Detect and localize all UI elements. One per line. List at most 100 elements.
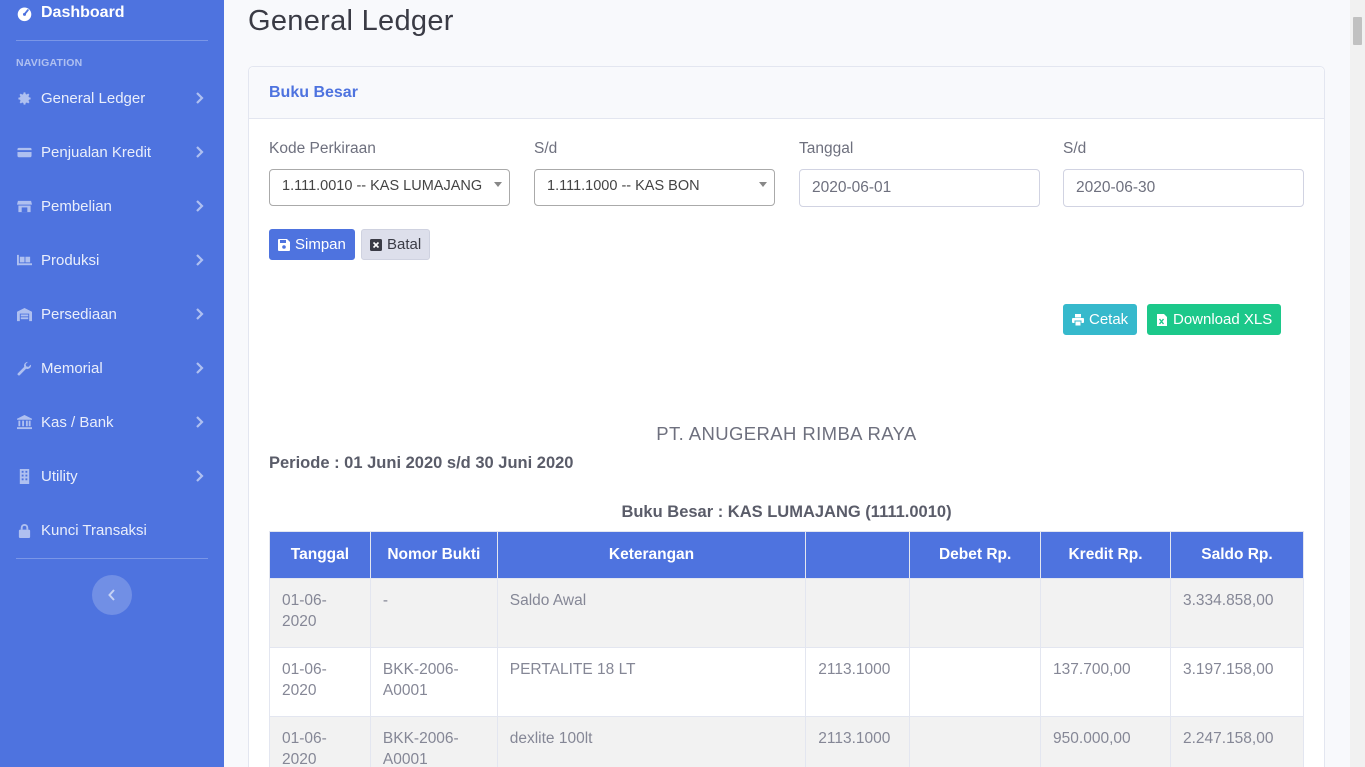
table-row: 01-06-2020 - Saldo Awal 3.334.858,00 (269, 578, 1305, 648)
chevron-left-icon (108, 589, 115, 601)
cell-akun: 2113.1000 (805, 716, 911, 767)
chevron-right-icon (196, 308, 204, 320)
cell-bukti: BKK-2006-A0001 (369, 716, 498, 767)
cell-tanggal: 01-06-2020 (269, 647, 371, 717)
caret-down-icon (759, 182, 767, 187)
sidebar-item-persediaan[interactable]: Persediaan (0, 294, 224, 334)
cell-akun: 2113.1000 (805, 647, 911, 717)
tanggal-label: Tanggal (799, 140, 854, 157)
kode-from-select[interactable]: 1.111.0010 -- KAS LUMAJANG (269, 169, 510, 206)
column-header: Tanggal (269, 531, 371, 579)
nav-heading: NAVIGATION (16, 57, 83, 69)
cell-tanggal: 01-06-2020 (269, 716, 371, 767)
tanggal-to-label: S/d (1063, 140, 1087, 157)
credit-card-icon (16, 144, 33, 161)
save-icon (278, 238, 290, 251)
cell-debet (909, 716, 1042, 767)
file-excel-icon (1157, 313, 1167, 326)
cell-tanggal: 01-06-2020 (269, 578, 371, 648)
chevron-right-icon (196, 362, 204, 374)
chevron-right-icon (196, 416, 204, 428)
sidebar-item-general-ledger[interactable]: General Ledger (0, 78, 224, 118)
sidebar-item-utility[interactable]: Utility (0, 456, 224, 496)
sidebar-item-memorial[interactable]: Memorial (0, 348, 224, 388)
cell-keterangan: PERTALITE 18 LT (496, 647, 807, 717)
simpan-button[interactable]: Simpan (269, 229, 355, 260)
wrench-icon (16, 360, 33, 377)
cell-saldo: 3.334.858,00 (1169, 578, 1305, 648)
tanggal-to-input[interactable] (1063, 169, 1304, 207)
select-value: 1.111.0010 -- KAS LUMAJANG (282, 178, 483, 194)
sidebar-item-label: Memorial (41, 359, 103, 377)
tachometer-icon (17, 7, 32, 21)
sidebar: Dashboard NAVIGATION General Ledger Penj… (0, 0, 224, 767)
chevron-right-icon (196, 92, 204, 104)
cell-bukti: BKK-2006-A0001 (369, 647, 498, 717)
batal-label: Batal (387, 236, 422, 253)
download-xls-label: Download XLS (1173, 311, 1273, 328)
kode-to-select[interactable]: 1.111.1000 -- KAS BON (534, 169, 775, 206)
column-header: Debet Rp. (909, 531, 1042, 579)
warehouse-icon (16, 306, 33, 323)
cell-keterangan: dexlite 100lt (496, 716, 807, 767)
store-icon (16, 198, 33, 215)
sidebar-item-label: General Ledger (41, 89, 146, 107)
table-row: 01-06-2020 BKK-2006-A0001 PERTALITE 18 L… (269, 647, 1305, 717)
column-header: Kredit Rp. (1040, 531, 1171, 579)
sidebar-item-label: Persediaan (41, 305, 117, 323)
chevron-right-icon (196, 254, 204, 266)
cell-debet (909, 578, 1042, 648)
sidebar-item-label: Penjualan Kredit (41, 143, 152, 161)
sidebar-divider (16, 558, 208, 559)
company-name: PT. ANUGERAH RIMBA RAYA (656, 423, 917, 444)
cell-kredit: 950.000,00 (1040, 716, 1171, 767)
cell-bukti: - (369, 578, 498, 648)
table-header-row: Tanggal Nomor Bukti Keterangan Debet Rp.… (269, 531, 1305, 579)
tanggal-from-input[interactable] (799, 169, 1040, 207)
scrollbar-thumb[interactable] (1353, 17, 1362, 45)
caret-down-icon (494, 182, 502, 187)
brand-link[interactable]: Dashboard (16, 2, 125, 24)
sidebar-item-label: Kas / Bank (41, 413, 114, 431)
kode-to-label: S/d (534, 140, 558, 157)
cetak-button[interactable]: Cetak (1063, 304, 1138, 335)
gear-icon (16, 90, 33, 107)
close-square-icon (370, 238, 382, 251)
sidebar-item-produksi[interactable]: Produksi (0, 240, 224, 280)
sidebar-item-label: Utility (41, 467, 78, 485)
cell-saldo: 2.247.158,00 (1169, 716, 1305, 767)
sidebar-item-label: Kunci Transaksi (41, 521, 147, 539)
card-title: Buku Besar (269, 83, 358, 101)
page-title: General Ledger (248, 5, 454, 37)
sidebar-item-label: Produksi (41, 251, 100, 269)
sidebar-item-kas-bank[interactable]: Kas / Bank (0, 402, 224, 442)
download-xls-button[interactable]: Download XLS (1147, 304, 1282, 335)
cell-akun (805, 578, 911, 648)
print-icon (1072, 313, 1084, 326)
sidebar-item-label: Pembelian (41, 197, 112, 215)
ledger-title: Buku Besar : KAS LUMAJANG (1111.0010) (621, 503, 952, 521)
select-value: 1.111.1000 -- KAS BON (547, 178, 700, 194)
cell-kredit: 137.700,00 (1040, 647, 1171, 717)
cell-saldo: 3.197.158,00 (1169, 647, 1305, 717)
sidebar-item-penjualan-kredit[interactable]: Penjualan Kredit (0, 132, 224, 172)
simpan-label: Simpan (295, 236, 346, 253)
sidebar-divider (16, 40, 208, 41)
column-header: Keterangan (496, 531, 807, 579)
column-header: Saldo Rp. (1169, 531, 1305, 579)
sidebar-toggle-button[interactable] (92, 575, 132, 615)
cell-keterangan: Saldo Awal (496, 578, 807, 648)
cell-kredit (1040, 578, 1171, 648)
page-scrollbar[interactable] (1350, 0, 1365, 767)
chevron-right-icon (196, 146, 204, 158)
lock-icon (16, 522, 33, 539)
column-header (805, 531, 911, 579)
sidebar-item-kunci-transaksi[interactable]: Kunci Transaksi (0, 510, 224, 550)
chevron-right-icon (196, 200, 204, 212)
cetak-label: Cetak (1089, 311, 1129, 328)
bank-icon (16, 414, 33, 431)
chevron-right-icon (196, 470, 204, 482)
batal-button[interactable]: Batal (361, 229, 431, 260)
report-periode: Periode : 01 Juni 2020 s/d 30 Juni 2020 (269, 454, 574, 472)
sidebar-item-pembelian[interactable]: Pembelian (0, 186, 224, 226)
